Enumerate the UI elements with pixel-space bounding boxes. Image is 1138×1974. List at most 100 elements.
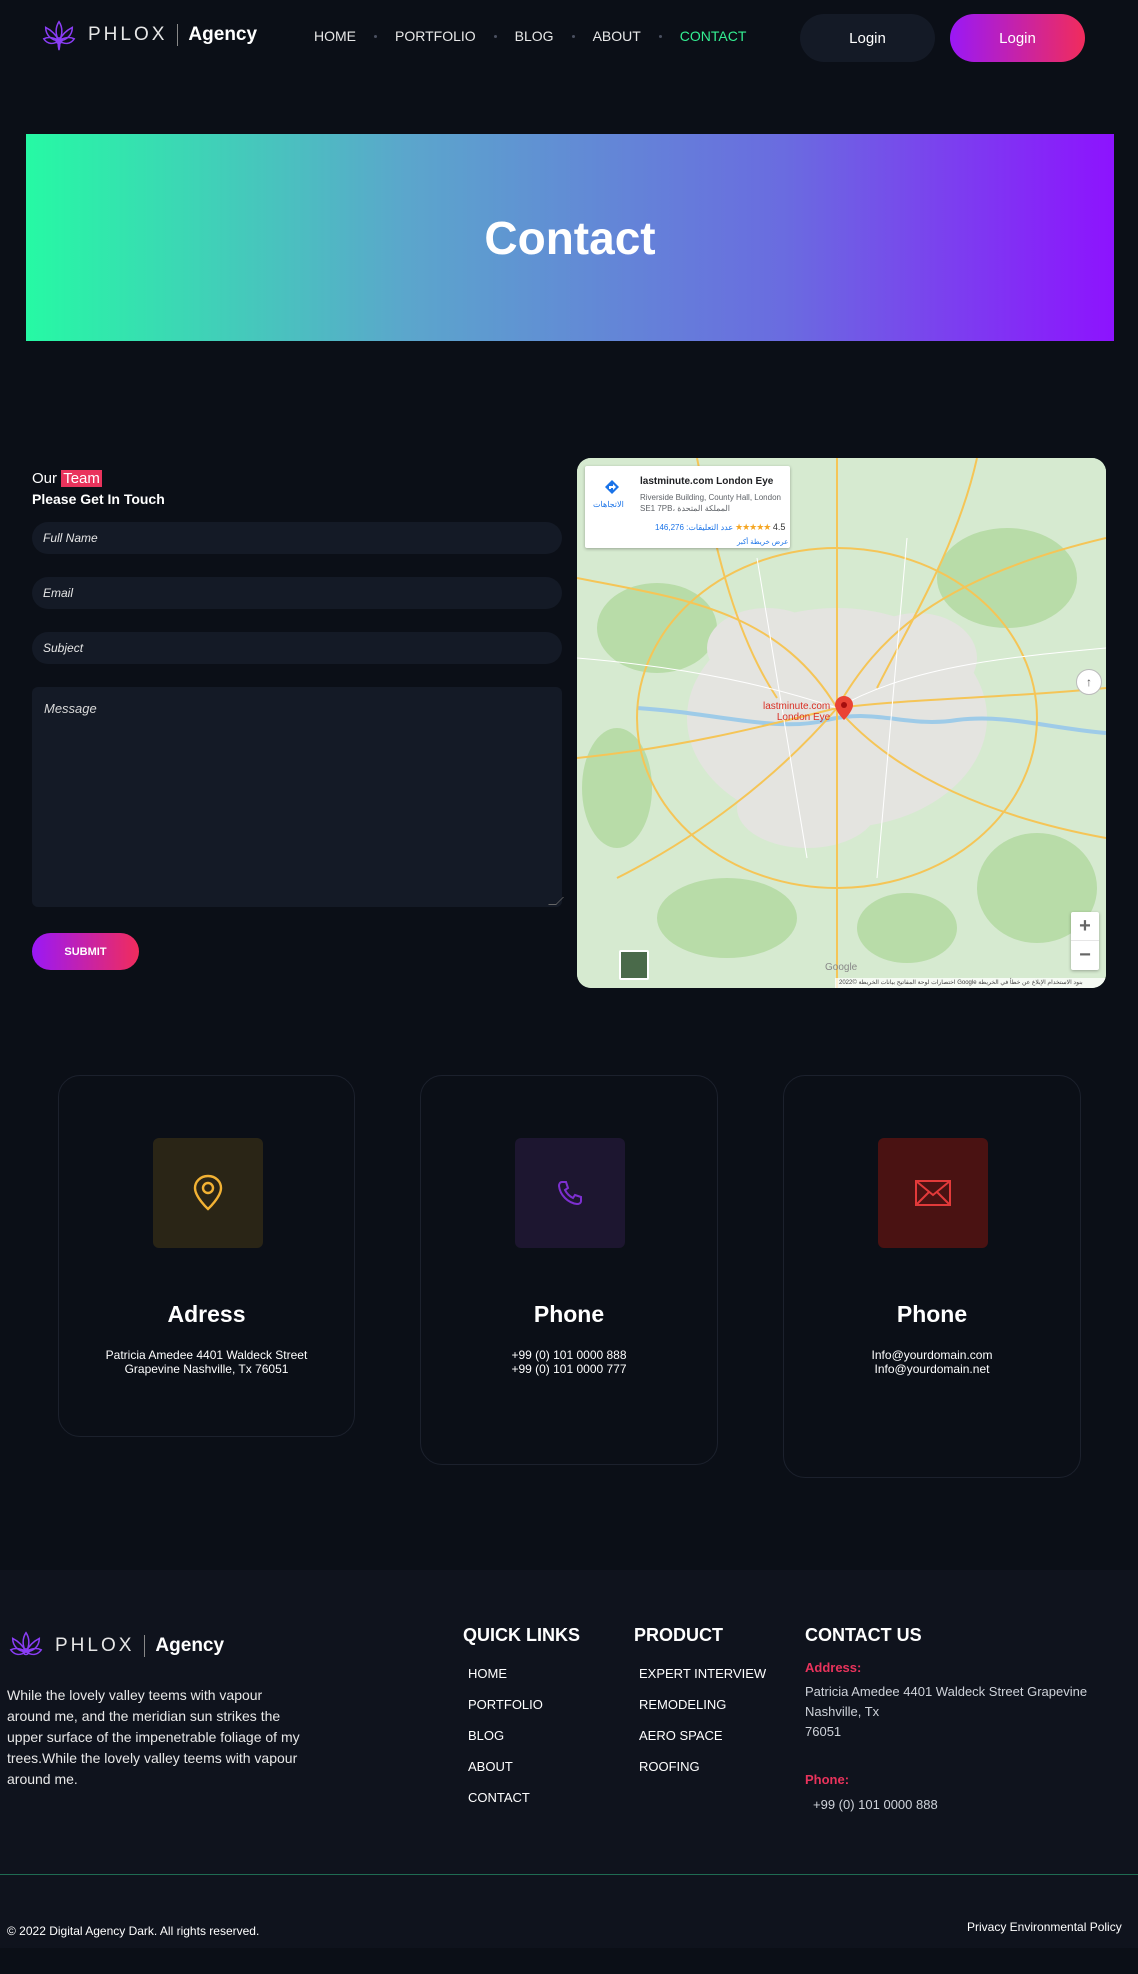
login-button[interactable]: Login	[800, 14, 935, 62]
nav-portfolio[interactable]: PORTFOLIO	[395, 28, 476, 44]
footer-link-about[interactable]: ABOUT	[468, 1759, 513, 1774]
contact-us-title: CONTACT US	[805, 1625, 922, 1645]
footer-link-contact[interactable]: CONTACT	[468, 1790, 530, 1805]
copyright-text: © 2022 Digital Agency Dark. All rights r…	[7, 1924, 260, 1938]
scroll-top-arrow-icon[interactable]: ↑	[1076, 669, 1102, 695]
nav-separator	[571, 34, 575, 38]
main-nav: HOME PORTFOLIO BLOG ABOUT CONTACT	[314, 28, 746, 44]
product-title: PRODUCT	[634, 1625, 723, 1645]
map-layer-toggle[interactable]	[619, 950, 649, 980]
phone-icon	[557, 1181, 582, 1206]
site-header: PHLOX Agency HOME PORTFOLIO BLOG ABOUT C…	[0, 0, 1138, 76]
address-line-1: Patricia Amedee 4401 Waldeck Street	[105, 1348, 308, 1362]
footer-logo[interactable]: PHLOX Agency	[7, 1627, 224, 1665]
phone-card-title: Phone	[533, 1301, 605, 1327]
lotus-logo-icon	[9, 1631, 43, 1656]
rating-value: 4.5	[772, 522, 786, 532]
footer-product-remodeling[interactable]: REMODELING	[639, 1697, 726, 1712]
login-gradient-button[interactable]: Login	[950, 14, 1085, 62]
nav-separator	[493, 34, 497, 38]
hero-banner: Contact	[26, 134, 1114, 341]
zoom-controls: + −	[1071, 912, 1099, 970]
place-reviews-link[interactable]: عدد التعليقات: 146,276	[655, 523, 733, 532]
subject-input[interactable]: Subject	[32, 632, 562, 664]
zoom-out-button[interactable]: −	[1071, 941, 1099, 970]
phone-card: Phone +99 (0) 101 0000 888 +99 (0) 101 0…	[420, 1075, 718, 1465]
form-subtitle: Please Get In Touch	[32, 491, 165, 507]
email-icon-box	[878, 1138, 988, 1248]
footer-phone-label: Phone:	[805, 1772, 850, 1787]
footer-address-line-3: 76051	[805, 1724, 842, 1739]
footer-logo-agency: Agency	[155, 1635, 225, 1656]
place-info-card: الاتجاهات lastminute.com London Eye Rive…	[585, 466, 790, 548]
address-card-title: Adress	[167, 1301, 246, 1327]
place-title: lastminute.com London Eye	[640, 476, 774, 487]
directions-icon[interactable]	[603, 478, 621, 496]
footer-address-line-2: Nashville, Tx	[805, 1704, 880, 1719]
site-footer: PHLOX Agency While the lovely valley tee…	[0, 1570, 1138, 1974]
footer-link-blog[interactable]: BLOG	[468, 1728, 504, 1743]
footer-bottom-strip	[0, 1948, 1138, 1974]
directions-link[interactable]: الاتجاهات	[593, 500, 624, 509]
resize-handle[interactable]	[548, 897, 564, 905]
logo-divider	[177, 24, 179, 46]
email-input[interactable]: Email	[32, 577, 562, 609]
map-marker-label-line2: London Eye	[776, 712, 831, 723]
map-marker-label: lastminute.com London Eye	[763, 701, 830, 723]
privacy-policy-link[interactable]: Privacy Environmental Policy	[967, 1920, 1122, 1934]
email-line-2: Info@yourdomain.net	[874, 1362, 990, 1376]
nav-separator	[658, 34, 662, 38]
footer-phone-value: +99 (0) 101 0000 888	[813, 1797, 938, 1812]
message-placeholder: Message	[44, 701, 97, 716]
nav-contact[interactable]: CONTACT	[680, 28, 747, 44]
site-logo[interactable]: PHLOX Agency	[40, 16, 257, 54]
zoom-in-button[interactable]: +	[1071, 912, 1099, 941]
form-intro-highlight: Team	[61, 470, 102, 487]
form-intro: Our Team	[32, 470, 562, 487]
email-card: Phone Info@yourdomain.com Info@yourdomai…	[783, 1075, 1081, 1478]
footer-product-expert-interview[interactable]: EXPERT INTERVIEW	[639, 1666, 766, 1681]
contact-form: Our Team Please Get In Touch Full Name E…	[32, 470, 564, 970]
logo-agency-text: Agency	[188, 24, 258, 45]
nav-home[interactable]: HOME	[314, 28, 356, 44]
nav-about[interactable]: ABOUT	[593, 28, 641, 44]
address-icon-box	[153, 1138, 263, 1248]
footer-address-label: Address:	[805, 1660, 862, 1675]
full-name-input[interactable]: Full Name	[32, 522, 562, 554]
envelope-icon	[915, 1180, 951, 1206]
footer-divider	[0, 1874, 1138, 1875]
address-card: Adress Patricia Amedee 4401 Waldeck Stre…	[58, 1075, 355, 1437]
embedded-map[interactable]: الاتجاهات lastminute.com London Eye Rive…	[577, 458, 1106, 988]
nav-blog[interactable]: BLOG	[515, 28, 554, 44]
footer-logo-brand: PHLOX	[55, 1635, 135, 1656]
message-textarea[interactable]: Message	[32, 687, 564, 907]
email-card-title: Phone	[896, 1301, 968, 1327]
submit-button[interactable]: SUBMIT	[32, 933, 139, 970]
email-line-1: Info@yourdomain.com	[871, 1348, 993, 1362]
map-marker-icon[interactable]	[835, 696, 853, 720]
lotus-logo-icon	[42, 20, 76, 51]
footer-product-aero-space[interactable]: AERO SPACE	[639, 1728, 723, 1743]
view-larger-map-link[interactable]: عرض خريطة أكبر	[737, 538, 788, 546]
phone-icon-box	[515, 1138, 625, 1248]
map-attribution: اختصارات لوحة المفاتيح بيانات الخريطة ©2…	[835, 978, 1106, 988]
quick-links-title: QUICK LINKS	[463, 1625, 580, 1645]
phone-line-2: +99 (0) 101 0000 777	[511, 1362, 627, 1376]
place-rating: ★★★★★ 4.5	[735, 522, 785, 533]
location-pin-icon	[193, 1174, 223, 1211]
address-line-2: Grapevine Nashville, Tx 76051	[124, 1362, 289, 1376]
logo-brand-text: PHLOX	[88, 24, 168, 45]
rating-stars-icon: ★★★★★	[735, 522, 771, 532]
google-logo: Google	[825, 962, 858, 973]
page-title: Contact	[484, 211, 656, 264]
place-address: Riverside Building, County Hall, London …	[640, 493, 781, 513]
footer-link-portfolio[interactable]: PORTFOLIO	[468, 1697, 543, 1712]
footer-address-line-1: Patricia Amedee 4401 Waldeck Street Grap…	[805, 1684, 1088, 1699]
footer-description: While the lovely valley teems with vapou…	[7, 1687, 300, 1787]
nav-separator	[374, 34, 377, 38]
footer-product-roofing[interactable]: ROOFING	[639, 1759, 700, 1774]
form-intro-prefix: Our	[32, 470, 58, 487]
footer-link-home[interactable]: HOME	[468, 1666, 507, 1681]
map-marker-label-line1: lastminute.com	[763, 701, 831, 712]
footer-logo-divider	[144, 1635, 146, 1657]
